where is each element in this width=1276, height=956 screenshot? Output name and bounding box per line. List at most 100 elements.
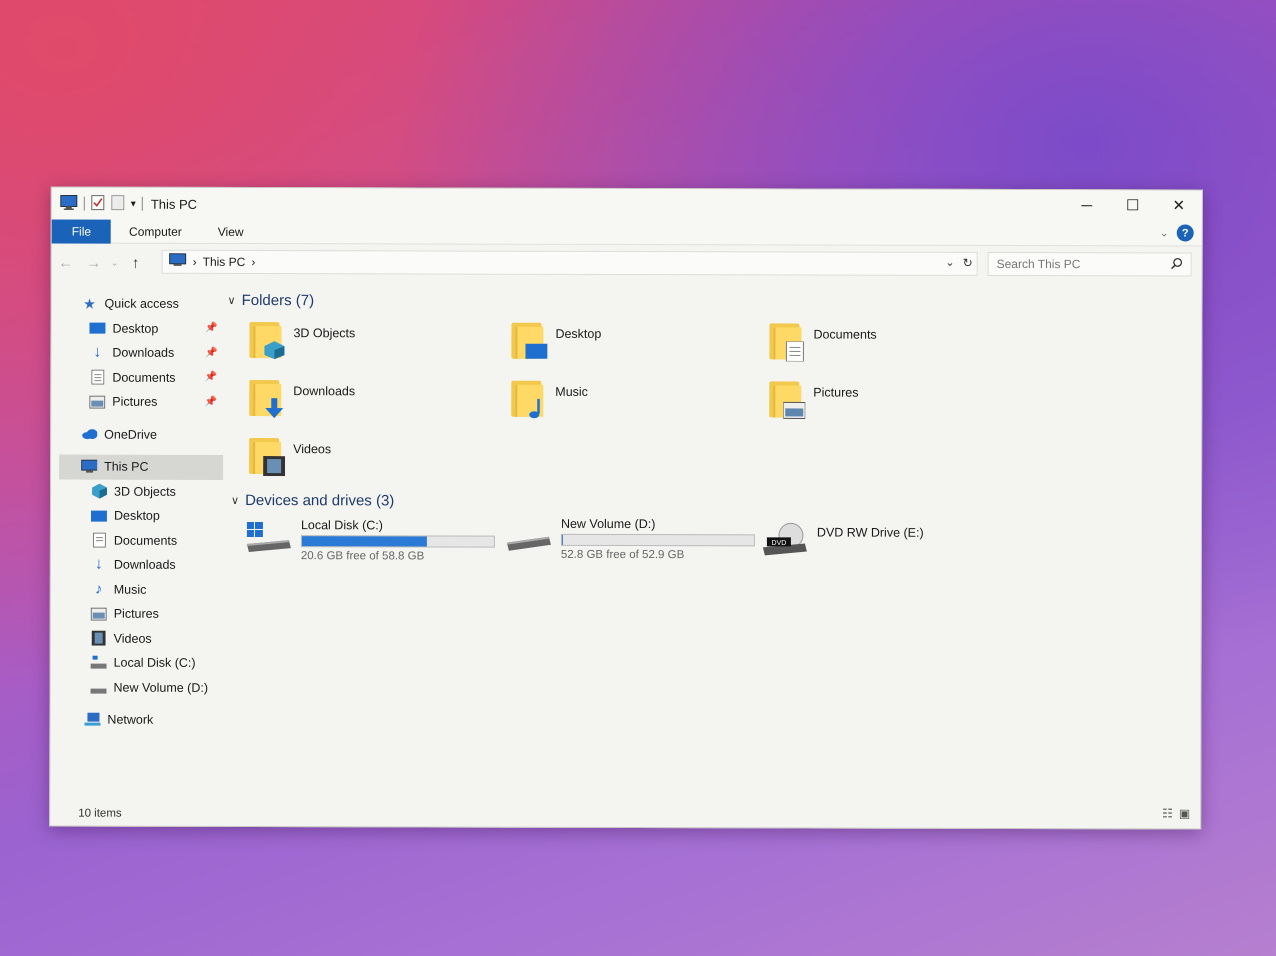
sidebar-item-pictures[interactable]: Pictures (59, 602, 223, 627)
folder-icon (509, 379, 547, 419)
tab-file[interactable]: File (51, 218, 112, 244)
pictures-icon (89, 394, 106, 410)
pin-icon[interactable]: 📌 (205, 397, 217, 408)
sidebar-item-videos[interactable]: Videos (59, 626, 223, 651)
tab-view[interactable]: View (200, 219, 262, 243)
maximize-button[interactable]: ☐ (1110, 190, 1156, 220)
quick-access-toolbar: ▾ (60, 194, 143, 213)
folder-desktop[interactable]: Desktop (509, 321, 601, 361)
sidebar-item-3d-objects[interactable]: 3D Objects (59, 479, 223, 504)
dvd-drive-icon: DVD (761, 521, 809, 561)
chevron-down-icon: ∨ (227, 294, 236, 307)
breadcrumb-separator-end[interactable]: › (251, 255, 255, 269)
drive-local-disk-c[interactable]: Local Disk (C:) 20.6 GB free of 58.8 GB (245, 518, 495, 563)
drive-dvd-rw-e[interactable]: DVD DVD RW Drive (E:) (761, 521, 924, 561)
drive-icon (90, 679, 107, 695)
refresh-icon[interactable]: ↻ (963, 256, 973, 270)
sidebar-item-local-disk-c[interactable]: Local Disk (C:) (59, 651, 223, 676)
sidebar-item-quick-access[interactable]: ★ Quick access (60, 292, 224, 317)
tab-computer[interactable]: Computer (111, 219, 200, 243)
sidebar-item-network[interactable]: Network (58, 708, 222, 733)
address-bar[interactable]: › This PC › ⌄ ↻ (161, 249, 978, 276)
computer-icon (81, 459, 98, 475)
minimize-button[interactable]: ─ (1064, 190, 1110, 220)
customize-toolbar-chevron-icon[interactable]: ▾ (131, 198, 136, 209)
folder-downloads[interactable]: Downloads (247, 378, 355, 419)
breadcrumb-this-pc[interactable]: This PC (203, 255, 246, 269)
new-folder-icon[interactable] (111, 194, 125, 213)
desktop-icon (90, 508, 107, 524)
recent-locations-chevron-icon[interactable]: ⌄ (108, 257, 122, 268)
chevron-down-icon: ∨ (231, 494, 240, 507)
folder-icon (247, 320, 285, 360)
folder-icon (247, 436, 286, 477)
help-icon[interactable]: ? (1176, 224, 1194, 242)
title-bar: ▾ This PC ─ ☐ ✕ (51, 187, 1202, 223)
sidebar-item-quick-downloads[interactable]: ↓ Downloads 📌 (59, 341, 223, 366)
disk-usage-bar (300, 535, 495, 548)
sidebar-item-quick-documents[interactable]: Documents 📌 (59, 365, 223, 390)
address-dropdown-chevron-icon[interactable]: ⌄ (945, 256, 954, 270)
sidebar-item-downloads[interactable]: ↓ Downloads (59, 553, 223, 578)
folder-icon (767, 379, 806, 419)
expand-ribbon-chevron-icon[interactable]: ⌄ (1159, 226, 1168, 239)
network-icon (84, 712, 101, 728)
sidebar-item-desktop[interactable]: Desktop (59, 504, 223, 529)
drive-new-volume-d[interactable]: New Volume (D:) 52.8 GB free of 52.9 GB (505, 517, 755, 562)
folder-videos[interactable]: Videos (247, 436, 331, 477)
search-input[interactable]: Search This PC (987, 251, 1192, 277)
window-controls: ─ ☐ ✕ (1064, 190, 1202, 220)
3d-objects-icon (91, 483, 107, 499)
download-arrow-icon: ↓ (94, 555, 103, 573)
sidebar-item-new-volume-d[interactable]: New Volume (D:) (58, 675, 222, 700)
disk-usage-bar (560, 533, 755, 547)
drives-group-header[interactable]: ∨ Devices and drives (3) (231, 492, 394, 509)
details-view-icon[interactable]: ☷ (1162, 806, 1173, 820)
folder-pictures[interactable]: Pictures (767, 379, 858, 419)
search-icon (1171, 257, 1183, 272)
sidebar-item-documents[interactable]: Documents (59, 528, 223, 553)
large-icons-view-icon[interactable]: ▣ (1179, 806, 1190, 820)
music-note-icon: ♪ (95, 580, 103, 598)
content-pane: ∨ Folders (7) 3D Objects Desktop Documen… (226, 288, 1201, 799)
pin-icon[interactable]: 📌 (205, 372, 217, 383)
close-button[interactable]: ✕ (1156, 190, 1202, 220)
this-pc-icon (60, 194, 78, 213)
folder-documents[interactable]: Documents (767, 321, 877, 362)
download-arrow-icon: ↓ (93, 343, 102, 361)
sidebar-item-onedrive[interactable]: OneDrive (59, 422, 223, 447)
ribbon-tabs: File Computer View ⌄ ? (51, 218, 1202, 247)
windows-drive-icon (90, 655, 107, 671)
pictures-icon (90, 606, 107, 622)
forward-arrow-icon[interactable]: → (80, 254, 108, 271)
status-item-count: 10 items (78, 807, 122, 820)
sidebar-item-quick-pictures[interactable]: Pictures 📌 (59, 390, 223, 415)
drive-icon (505, 517, 553, 557)
pin-icon[interactable]: 📌 (205, 348, 217, 359)
sidebar-item-music[interactable]: ♪ Music (59, 577, 223, 602)
breadcrumb-separator[interactable]: › (193, 255, 197, 269)
window-title: This PC (150, 196, 198, 212)
windows-drive-icon (245, 518, 293, 558)
folder-icon (509, 321, 548, 361)
cloud-icon (81, 426, 98, 442)
sidebar-item-this-pc[interactable]: This PC (59, 454, 224, 480)
folder-music[interactable]: Music (509, 379, 588, 419)
folders-group-header[interactable]: ∨ Folders (7) (228, 292, 315, 309)
view-toggle: ☷ ▣ (1162, 806, 1190, 820)
sidebar-item-quick-desktop[interactable]: Desktop 📌 (59, 316, 223, 341)
navigation-pane: ★ Quick access Desktop 📌 ↓ Downloads 📌 D… (58, 292, 224, 733)
pin-icon[interactable]: 📌 (205, 323, 217, 334)
folder-icon (247, 378, 285, 419)
back-arrow-icon[interactable]: ← (52, 254, 80, 271)
up-arrow-icon[interactable]: ↑ (122, 254, 150, 271)
properties-icon[interactable] (91, 194, 105, 213)
folder-3d-objects[interactable]: 3D Objects (247, 320, 355, 360)
folder-icon (767, 321, 805, 362)
navigation-bar: ← → ⌄ ↑ › This PC › ⌄ ↻ Search This PC (52, 247, 1202, 280)
this-pc-address-icon (169, 253, 187, 271)
video-film-icon (91, 630, 107, 646)
star-icon: ★ (83, 295, 96, 312)
document-icon (91, 532, 107, 548)
ribbon-right-controls: ⌄ ? (1159, 224, 1194, 242)
